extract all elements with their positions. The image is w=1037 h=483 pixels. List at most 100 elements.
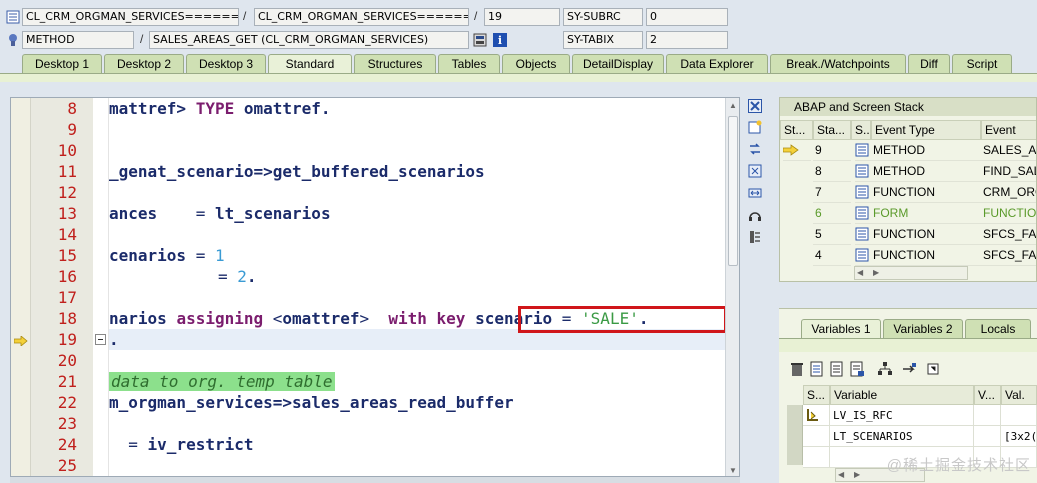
hierarchy-icon[interactable] (877, 361, 893, 377)
line-number: 21 (57, 372, 77, 391)
line-number: 19 (57, 330, 77, 349)
function-icon (855, 245, 871, 266)
maximize-icon[interactable] (744, 162, 766, 180)
code-line-13: ances = lt_scenarios (109, 204, 331, 223)
current-frame-arrow-icon (783, 140, 811, 161)
abap-screen-stack-panel: ABAP and Screen Stack St... Sta... S... … (779, 97, 1037, 282)
function-icon (855, 224, 871, 245)
separator: / (474, 9, 478, 23)
line-number: 13 (57, 204, 77, 223)
code-line-19: . (109, 330, 119, 349)
scroll-down-icon[interactable]: ▼ (729, 466, 737, 475)
tab-objects[interactable]: Objects (502, 54, 570, 74)
stack-row[interactable]: 7 FUNCTION CRM_ORGI (780, 182, 1036, 203)
tab-script[interactable]: Script (952, 54, 1012, 74)
scroll-left-icon[interactable]: ◀ (838, 469, 844, 481)
var-col-v[interactable]: V... (974, 385, 1001, 405)
stack-row[interactable]: 4 FUNCTION SFCS_FA_ (780, 245, 1036, 266)
variable-flag (974, 426, 1001, 447)
include-field[interactable]: CL_CRM_ORGMAN_SERVICES=======... (254, 8, 469, 26)
fold-toggle-icon[interactable] (95, 334, 106, 348)
tab-variables-2[interactable]: Variables 2 (883, 319, 963, 339)
refresh-icon[interactable] (925, 361, 941, 377)
tab-tables[interactable]: Tables (438, 54, 500, 74)
settings-tool-icon[interactable] (744, 228, 766, 246)
stack-col-event-type[interactable]: Event Type (871, 120, 981, 140)
variable-type-icon (803, 426, 830, 447)
main-program-field[interactable]: CL_CRM_ORGMAN_SERVICES=======... (22, 8, 239, 26)
tab-breakpoints[interactable]: Break./Watchpoints (770, 54, 906, 74)
doc-list-icon[interactable] (829, 361, 845, 377)
variables-tab-strip (779, 338, 1037, 352)
scrollbar-thumb[interactable] (728, 116, 738, 266)
tab-desktop-3[interactable]: Desktop 3 (186, 54, 266, 74)
code-line-16: = 2. (218, 267, 257, 286)
tab-structures[interactable]: Structures (354, 54, 436, 74)
variable-type-icon (803, 405, 830, 426)
stack-col-event[interactable]: Event (981, 120, 1036, 140)
editor-vertical-scrollbar[interactable]: ▲ ▼ (725, 98, 739, 476)
line-number-field[interactable]: 19 (484, 8, 560, 26)
var-col-variable[interactable]: Variable (830, 385, 974, 405)
services-icon[interactable] (744, 206, 766, 224)
row-selector-column[interactable] (787, 405, 803, 465)
var-col-value[interactable]: Val. (1001, 385, 1037, 405)
stack-col-s[interactable]: S... (851, 120, 871, 140)
navigate-icon[interactable] (901, 361, 917, 377)
line-number: 23 (57, 414, 77, 433)
tab-variables-1[interactable]: Variables 1 (801, 319, 881, 339)
line-number: 8 (67, 99, 77, 118)
line-number: 24 (57, 435, 77, 454)
sysvar-name-field[interactable]: SY-SUBRC (563, 8, 643, 26)
stack-row[interactable]: 8 METHOD FIND_SAL (780, 161, 1036, 182)
stack-col-level[interactable]: Sta... (813, 120, 851, 140)
delete-icon[interactable] (789, 361, 805, 377)
sysvar-value-field[interactable]: 2 (646, 31, 728, 49)
tab-content-strip (0, 73, 1037, 82)
doc-edit-icon[interactable] (849, 361, 865, 377)
stack-horizontal-scrollbar[interactable]: ◀ ▶ (854, 266, 968, 280)
swap-tool-icon[interactable] (744, 140, 766, 158)
source-code-editor[interactable]: 8 9 10 11 12 13 14 15 16 17 18 19 20 21 … (10, 97, 740, 477)
event-name-field[interactable]: SALES_AREAS_GET (CL_CRM_ORGMAN_SERVICES) (149, 31, 469, 49)
tab-standard[interactable]: Standard (268, 54, 352, 74)
code-line-21: data to org. temp table (109, 371, 335, 392)
event-type-field[interactable]: METHOD (22, 31, 134, 49)
resize-icon[interactable] (744, 184, 766, 202)
program-icon (6, 10, 20, 24)
info-icon[interactable]: i (493, 33, 507, 47)
doc-icon[interactable] (809, 361, 825, 377)
tab-desktop-2[interactable]: Desktop 2 (104, 54, 184, 74)
function-icon (855, 182, 871, 203)
close-icon[interactable] (744, 97, 766, 115)
watermark: @稀土掘金技术社区 (886, 457, 1031, 474)
var-col-status[interactable]: S... (803, 385, 830, 405)
tab-locals[interactable]: Locals (965, 319, 1031, 339)
separator: / (243, 9, 247, 23)
stack-row[interactable]: 6 FORM FUNCTION (780, 203, 1036, 224)
sysvar-name-field[interactable]: SY-TABIX (563, 31, 643, 49)
code-line-11: _genat_scenario=>get_buffered_scenarios (109, 162, 485, 181)
scroll-right-icon[interactable]: ▶ (873, 267, 879, 279)
stack-col-status[interactable]: St... (780, 120, 813, 140)
line-number: 15 (57, 246, 77, 265)
line-number: 12 (57, 183, 77, 202)
scroll-right-icon[interactable]: ▶ (854, 469, 860, 481)
scroll-up-icon[interactable]: ▲ (729, 101, 737, 110)
tab-diff[interactable]: Diff (908, 54, 950, 74)
stack-title: ABAP and Screen Stack (780, 98, 1036, 116)
scroll-left-icon[interactable]: ◀ (857, 267, 863, 279)
new-tool-icon[interactable] (744, 118, 766, 136)
code-line-24: = iv_restrict (109, 435, 254, 454)
line-number: 14 (57, 225, 77, 244)
current-statement-arrow-icon (13, 335, 28, 349)
editor-horizontal-scrollbar[interactable] (10, 477, 740, 483)
stack-row[interactable]: 5 FUNCTION SFCS_FA_ (780, 224, 1036, 245)
tab-detaildisplay[interactable]: DetailDisplay (572, 54, 664, 74)
tab-data-explorer[interactable]: Data Explorer (666, 54, 768, 74)
source-display-icon[interactable] (473, 33, 487, 47)
line-number: 18 (57, 309, 77, 328)
sysvar-value-field[interactable]: 0 (646, 8, 728, 26)
stack-row[interactable]: 9 METHOD SALES_AR (780, 140, 1036, 161)
tab-desktop-1[interactable]: Desktop 1 (22, 54, 102, 74)
